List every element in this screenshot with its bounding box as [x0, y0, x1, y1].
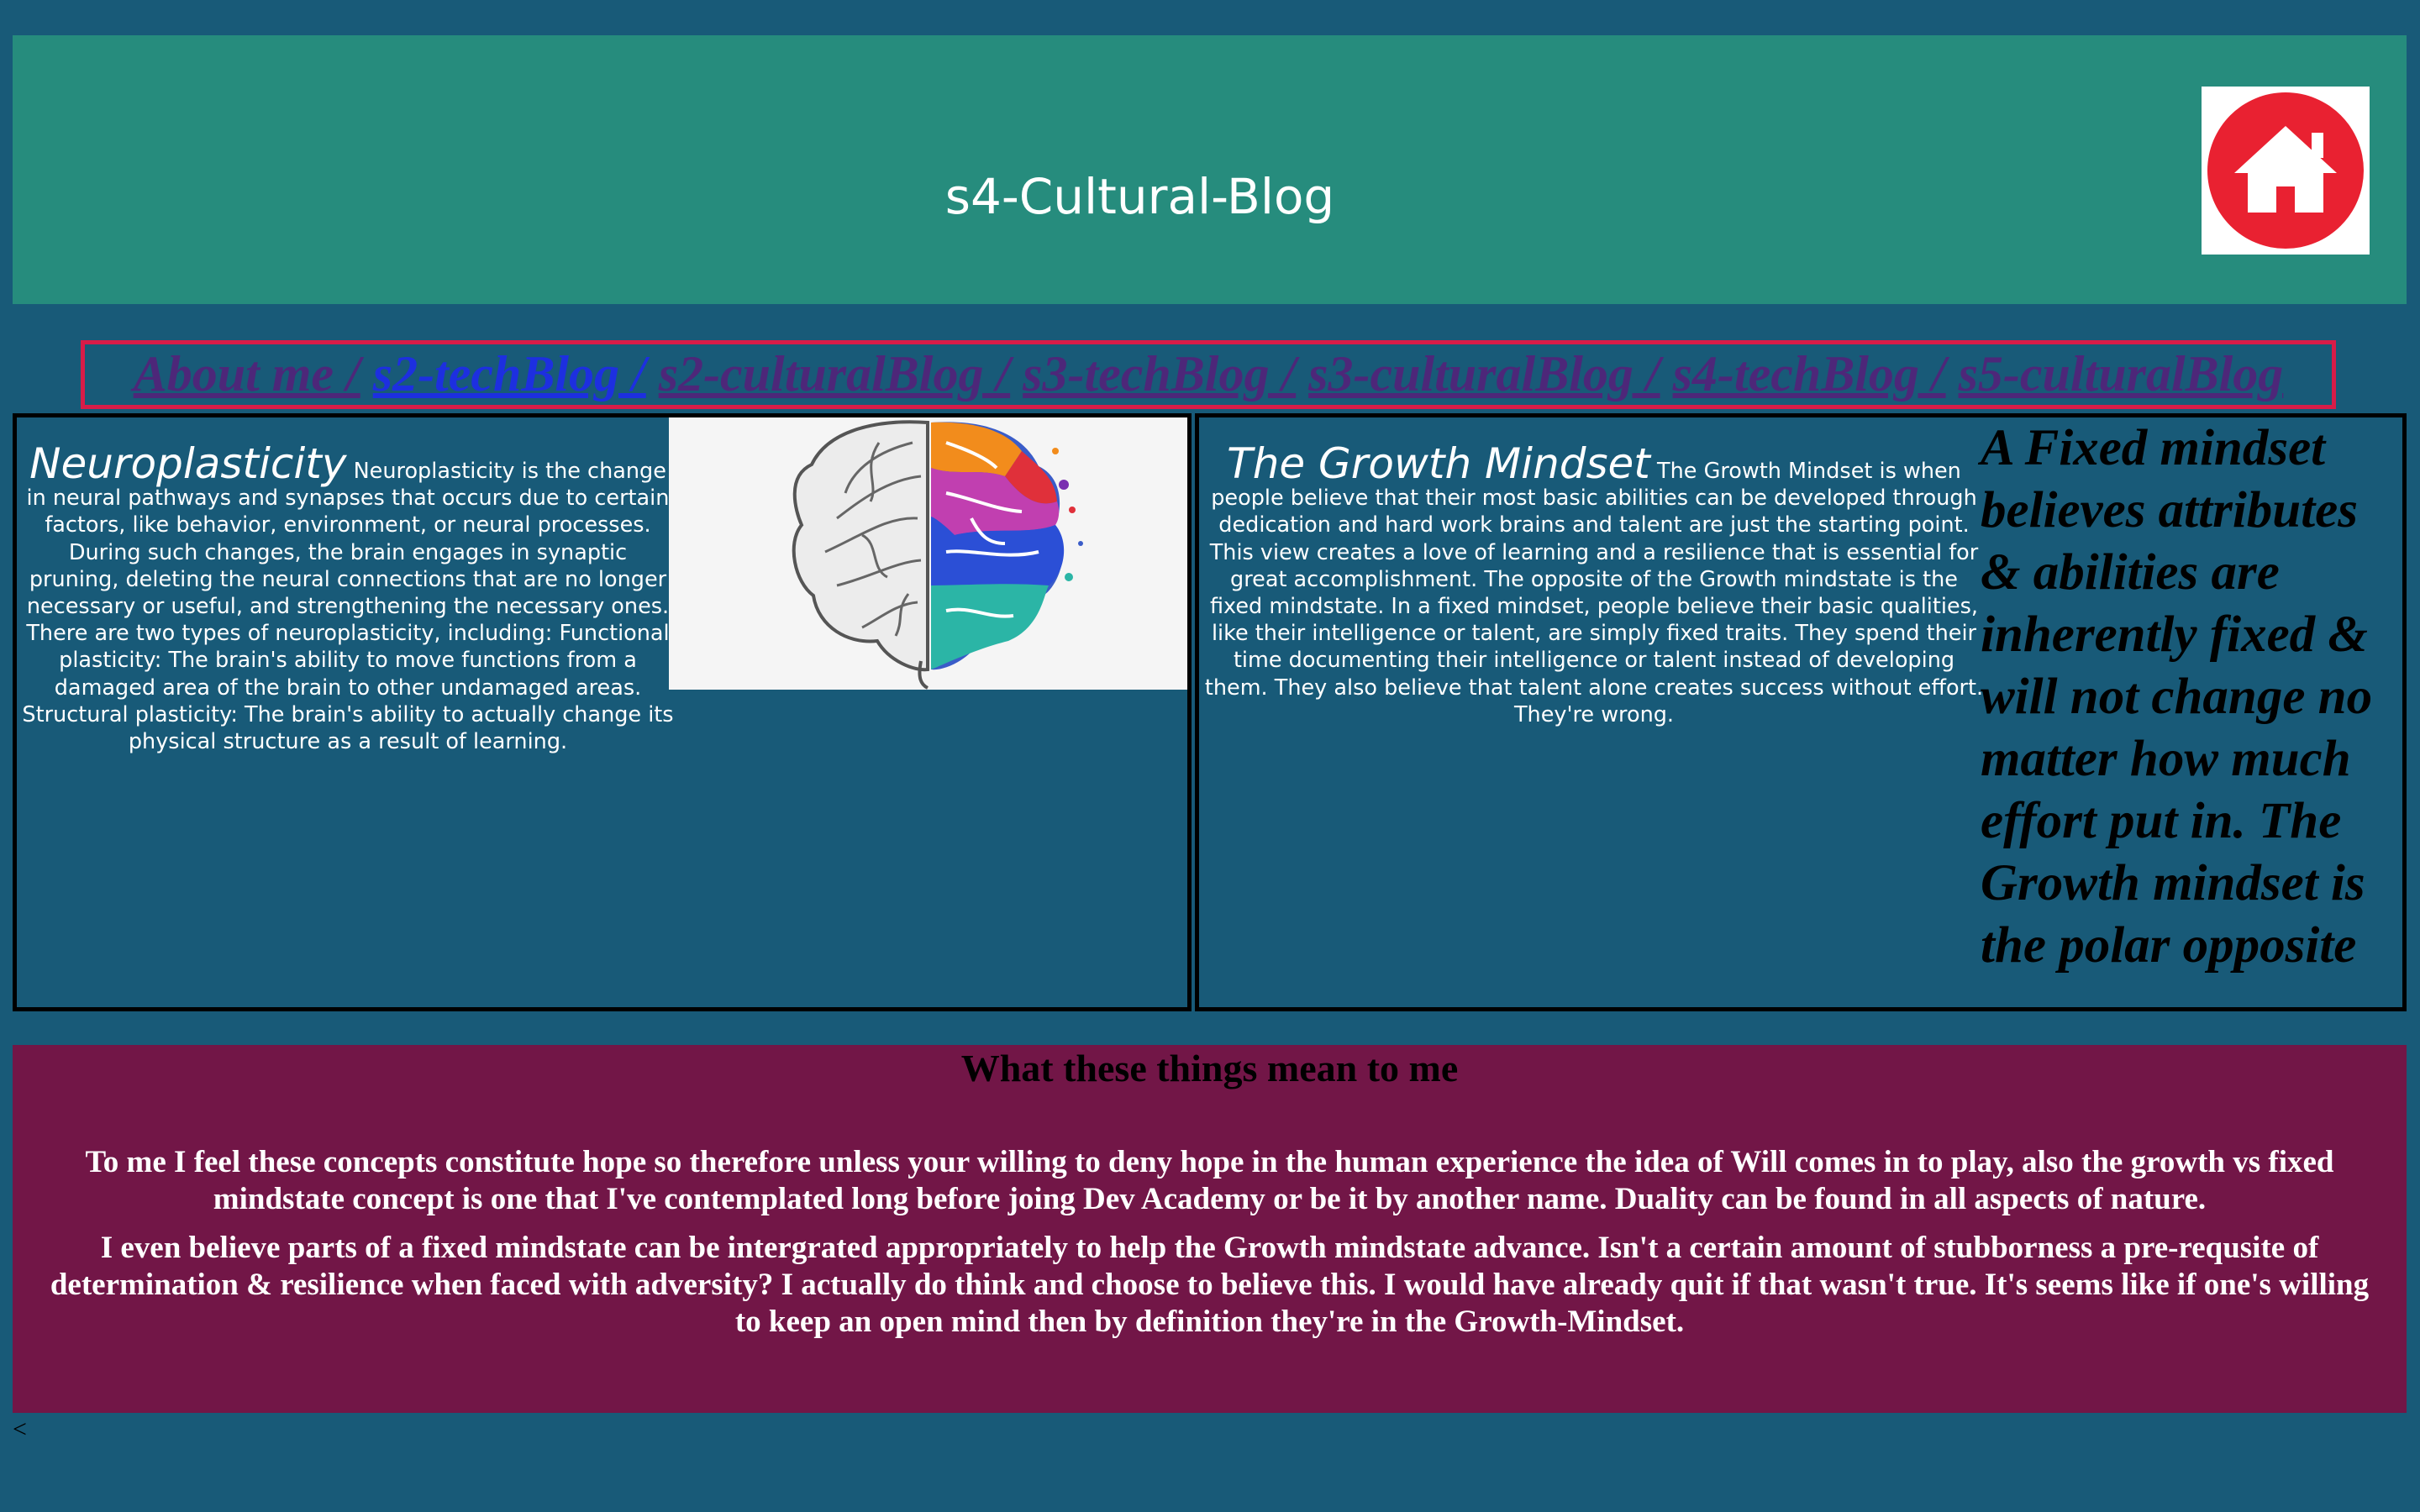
home-button[interactable]	[2202, 87, 2370, 255]
neuroplasticity-body: Neuroplasticity is the change in neural …	[22, 459, 674, 755]
nav-link-s2-culturalblog[interactable]: s2-culturalBlog /	[659, 346, 1010, 402]
fixed-mindset-quote: A Fixed mindset believes attributes & ab…	[1981, 420, 2373, 974]
growth-mindset-panel: The Growth Mindset The Growth Mindset is…	[1195, 413, 2407, 1011]
nav-link-s3-culturalblog[interactable]: s3-culturalBlog /	[1308, 346, 1660, 402]
page-title: s4-Cultural-Blog	[944, 168, 1335, 225]
neuroplasticity-panel: Neuroplasticity Neuroplasticity is the c…	[13, 413, 1192, 1011]
meaning-section: What these things mean to me To me I fee…	[13, 1045, 2407, 1413]
blog-navigation: About me / s2-techBlog / s2-culturalBlog…	[81, 340, 2336, 409]
nav-link-s3-techblog[interactable]: s3-techBlog /	[1023, 346, 1296, 402]
nav-link-s4-techblog[interactable]: s4-techBlog /	[1673, 346, 1946, 402]
neuroplasticity-title: Neuroplasticity	[29, 439, 347, 488]
nav-link-s2-techblog[interactable]: s2-techBlog /	[373, 346, 646, 402]
growth-mindset-article: The Growth Mindset The Growth Mindset is…	[1203, 443, 1985, 728]
growth-mindset-body: The Growth Mindset is when people believ…	[1204, 459, 1984, 727]
growth-mindset-title: The Growth Mindset	[1227, 439, 1650, 488]
brain-illustration	[669, 417, 1187, 690]
site-header: s4-Cultural-Blog	[13, 35, 2407, 304]
footer-text: <	[13, 1415, 27, 1443]
home-icon	[2207, 92, 2364, 249]
meaning-paragraph-1: To me I feel these concepts constitute h…	[85, 1145, 2334, 1216]
nav-link-s5-culturalblog[interactable]: s5-culturalBlog	[1959, 346, 2284, 402]
neuroplasticity-article: Neuroplasticity Neuroplasticity is the c…	[22, 443, 674, 755]
nav-link-about-me[interactable]: About me /	[134, 346, 360, 402]
meaning-paragraph-2: I even believe parts of a fixed mindstat…	[50, 1231, 2370, 1339]
meaning-heading: What these things mean to me	[960, 1047, 1459, 1089]
